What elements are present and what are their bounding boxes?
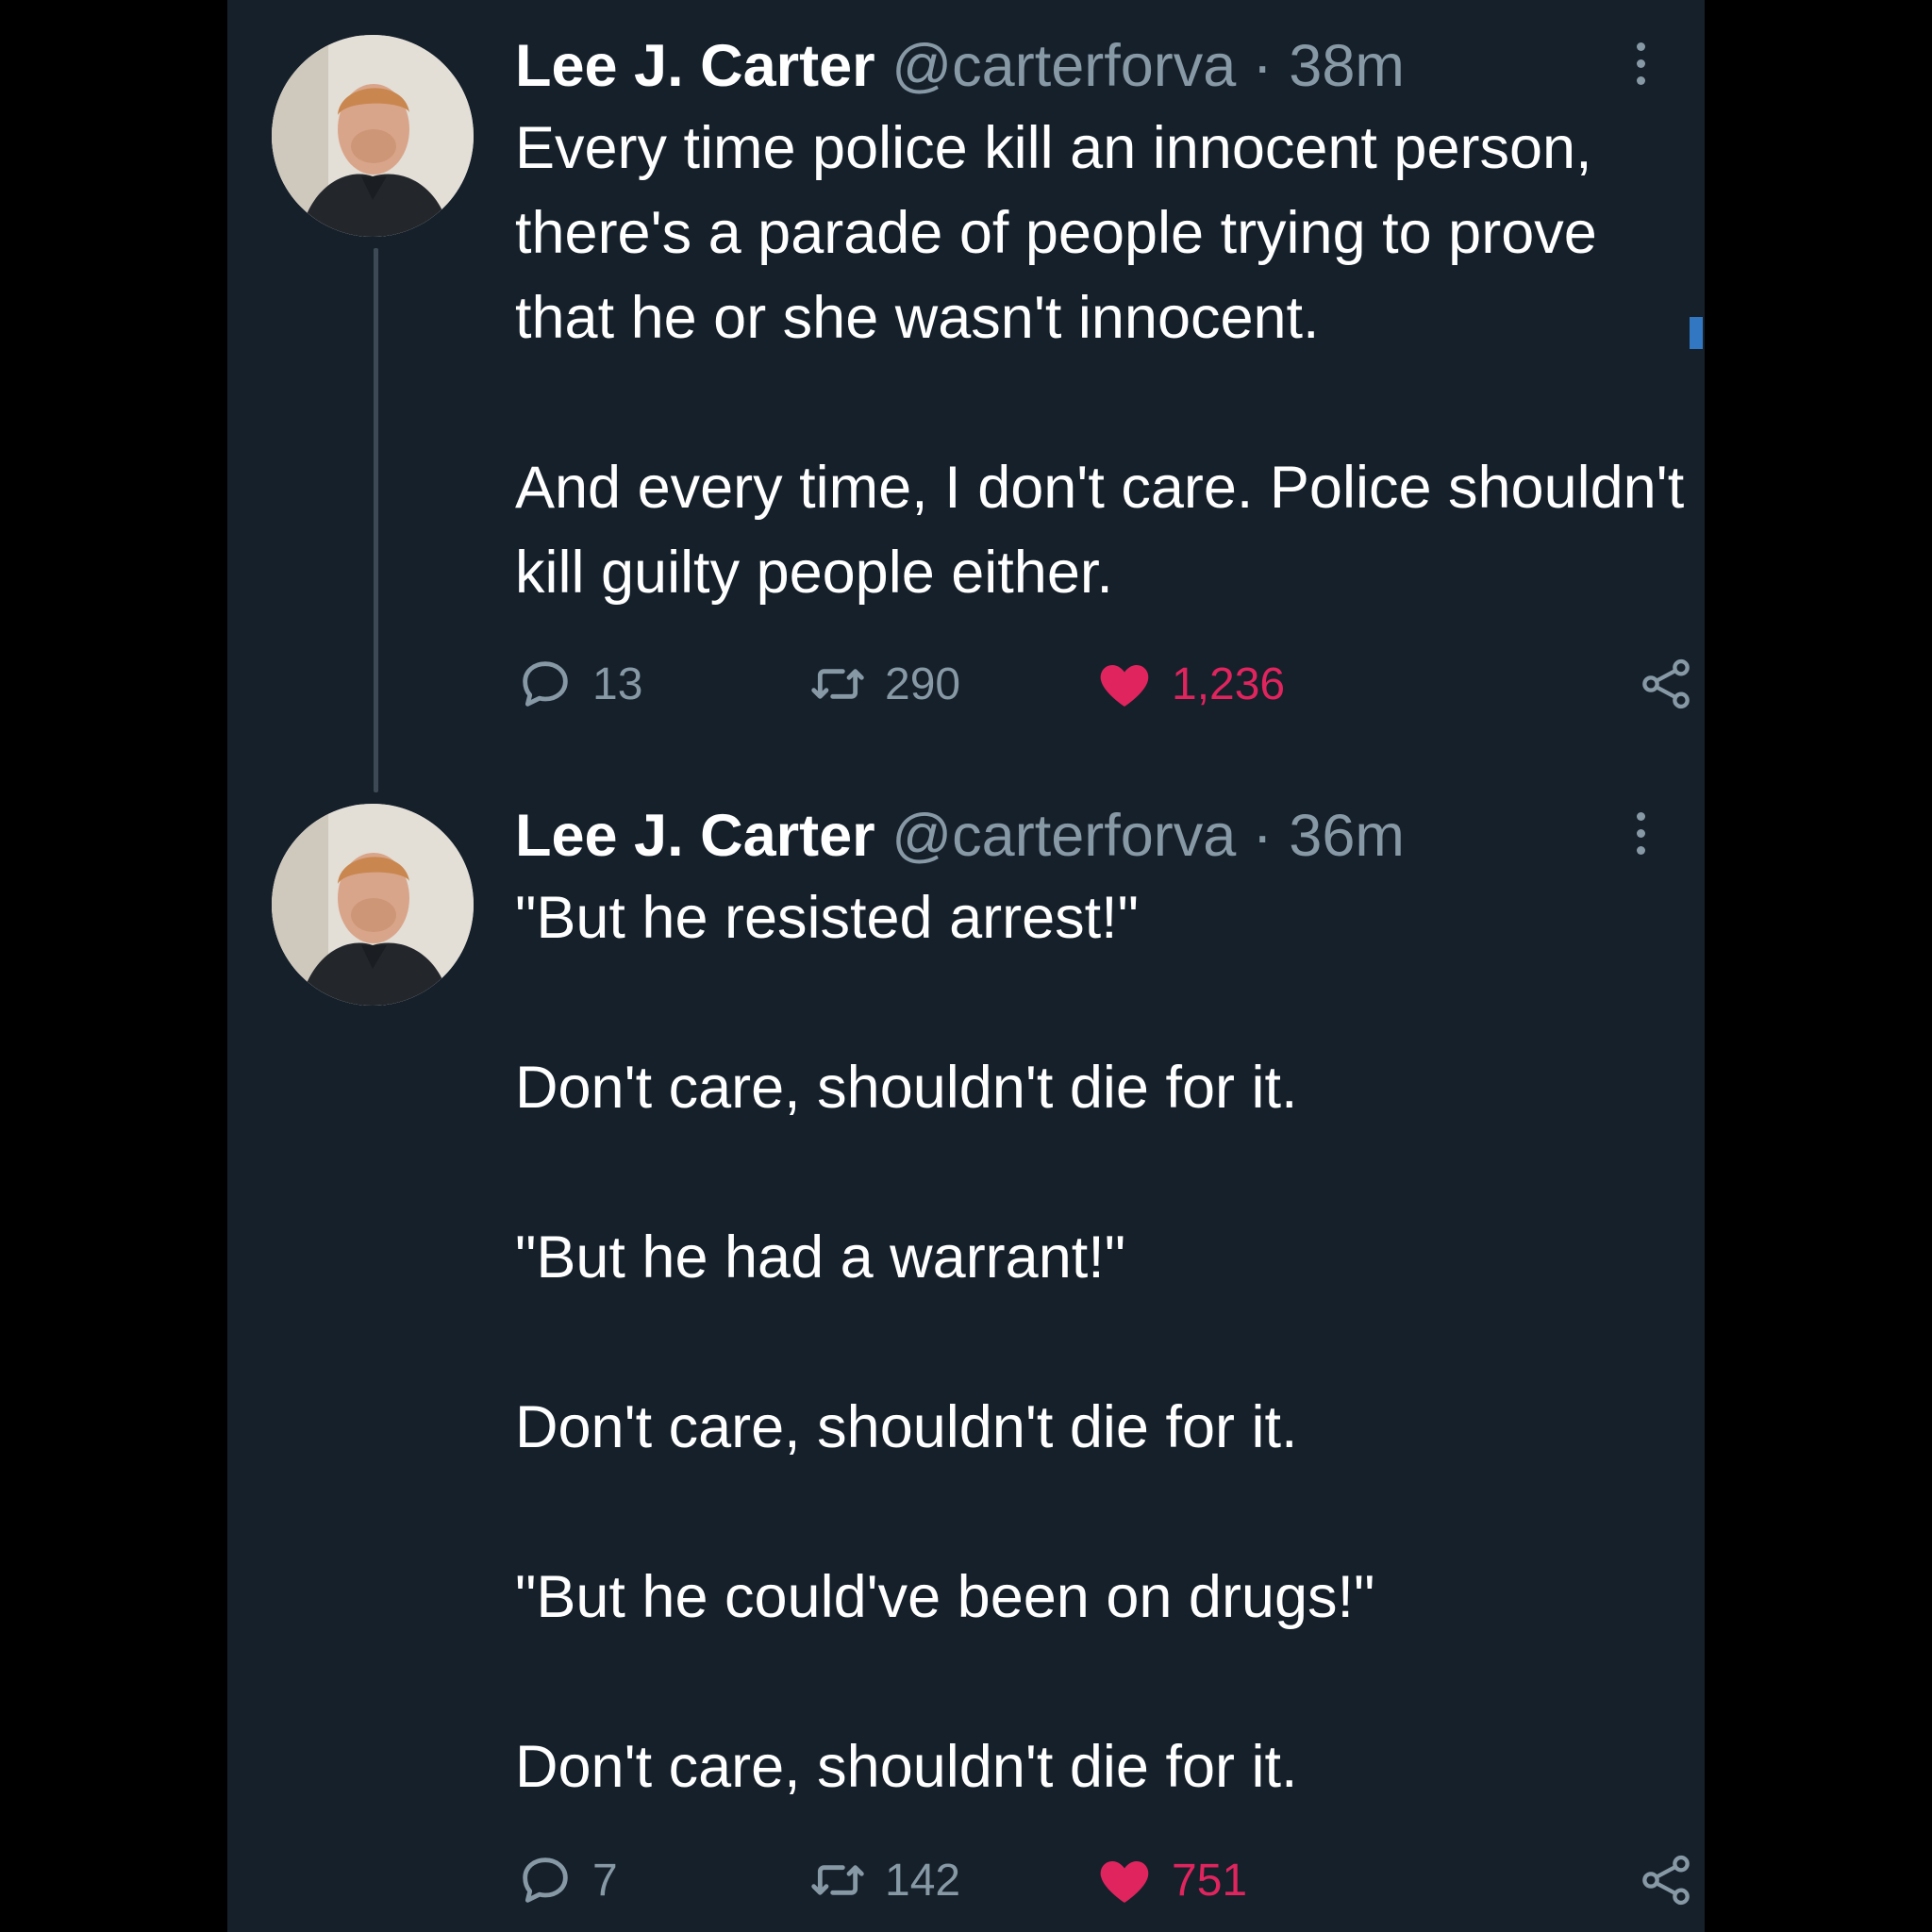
author-handle[interactable]: @carterforva <box>891 33 1236 99</box>
share-button[interactable] <box>1636 651 1696 717</box>
reply-count: 13 <box>592 658 643 709</box>
tweet-paragraph: "But he resisted arrest!" <box>515 885 1140 951</box>
tweet-actions: 7 142 751 <box>515 1847 1704 1913</box>
reply-button[interactable]: 7 <box>515 1847 618 1913</box>
reply-button[interactable]: 13 <box>515 651 642 717</box>
tweet-actions: 13 290 1,236 <box>515 651 1704 717</box>
tweet-text: Every time police kill an innocent perso… <box>515 106 1685 615</box>
like-count: 751 <box>1172 1855 1248 1906</box>
thread-connector <box>374 248 378 792</box>
heart-icon <box>1100 1861 1149 1903</box>
tweet[interactable]: Lee J. Carter @carterforva · 38m Every t… <box>227 0 1705 792</box>
retweet-icon <box>811 1865 864 1895</box>
separator: · <box>1252 33 1273 99</box>
retweet-count: 142 <box>885 1855 961 1906</box>
tweet-paragraph: "But he had a warrant!" <box>515 1224 1126 1291</box>
reply-count: 7 <box>592 1855 618 1906</box>
like-button[interactable]: 1,236 <box>1094 651 1285 717</box>
share-icon <box>1642 658 1690 709</box>
author-handle[interactable]: @carterforva <box>891 803 1236 869</box>
author-name[interactable]: Lee J. Carter <box>515 803 875 869</box>
tweet-paragraph: Don't care, shouldn't die for it. <box>515 1055 1298 1121</box>
retweet-button[interactable]: 290 <box>808 651 960 717</box>
tweet-header: Lee J. Carter @carterforva · 36m <box>515 798 1405 874</box>
timestamp[interactable]: 36m <box>1289 803 1405 869</box>
share-icon <box>1642 1855 1690 1906</box>
heart-icon <box>1100 665 1149 707</box>
avatar[interactable] <box>272 35 474 237</box>
separator: · <box>1252 803 1273 869</box>
retweet-count: 290 <box>885 658 961 709</box>
tweet-paragraph: Every time police kill an innocent perso… <box>515 115 1597 351</box>
tweet-paragraph: Don't care, shouldn't die for it. <box>515 1394 1298 1460</box>
tweet-text: "But he resisted arrest!" Don't care, sh… <box>515 875 1685 1809</box>
tweet-paragraph: "But he could've been on drugs!" <box>515 1564 1375 1630</box>
share-button[interactable] <box>1636 1847 1696 1913</box>
tweet[interactable]: Lee J. Carter @carterforva · 36m "But he… <box>227 792 1705 1932</box>
retweet-icon <box>811 669 864 699</box>
more-vertical-icon[interactable] <box>1622 30 1659 96</box>
author-name[interactable]: Lee J. Carter <box>515 33 875 99</box>
retweet-button[interactable]: 142 <box>808 1847 960 1913</box>
more-vertical-icon[interactable] <box>1622 800 1659 866</box>
timestamp[interactable]: 38m <box>1289 33 1405 99</box>
tweet-header: Lee J. Carter @carterforva · 38m <box>515 28 1405 104</box>
reply-icon <box>523 661 568 707</box>
avatar[interactable] <box>272 804 474 1006</box>
reply-icon <box>523 1857 568 1903</box>
like-button[interactable]: 751 <box>1094 1847 1247 1913</box>
tweet-paragraph: And every time, I don't care. Police sho… <box>515 455 1685 606</box>
tweet-thread: Lee J. Carter @carterforva · 38m Every t… <box>227 0 1705 1932</box>
tweet-paragraph: Don't care, shouldn't die for it. <box>515 1734 1298 1800</box>
like-count: 1,236 <box>1172 658 1286 709</box>
